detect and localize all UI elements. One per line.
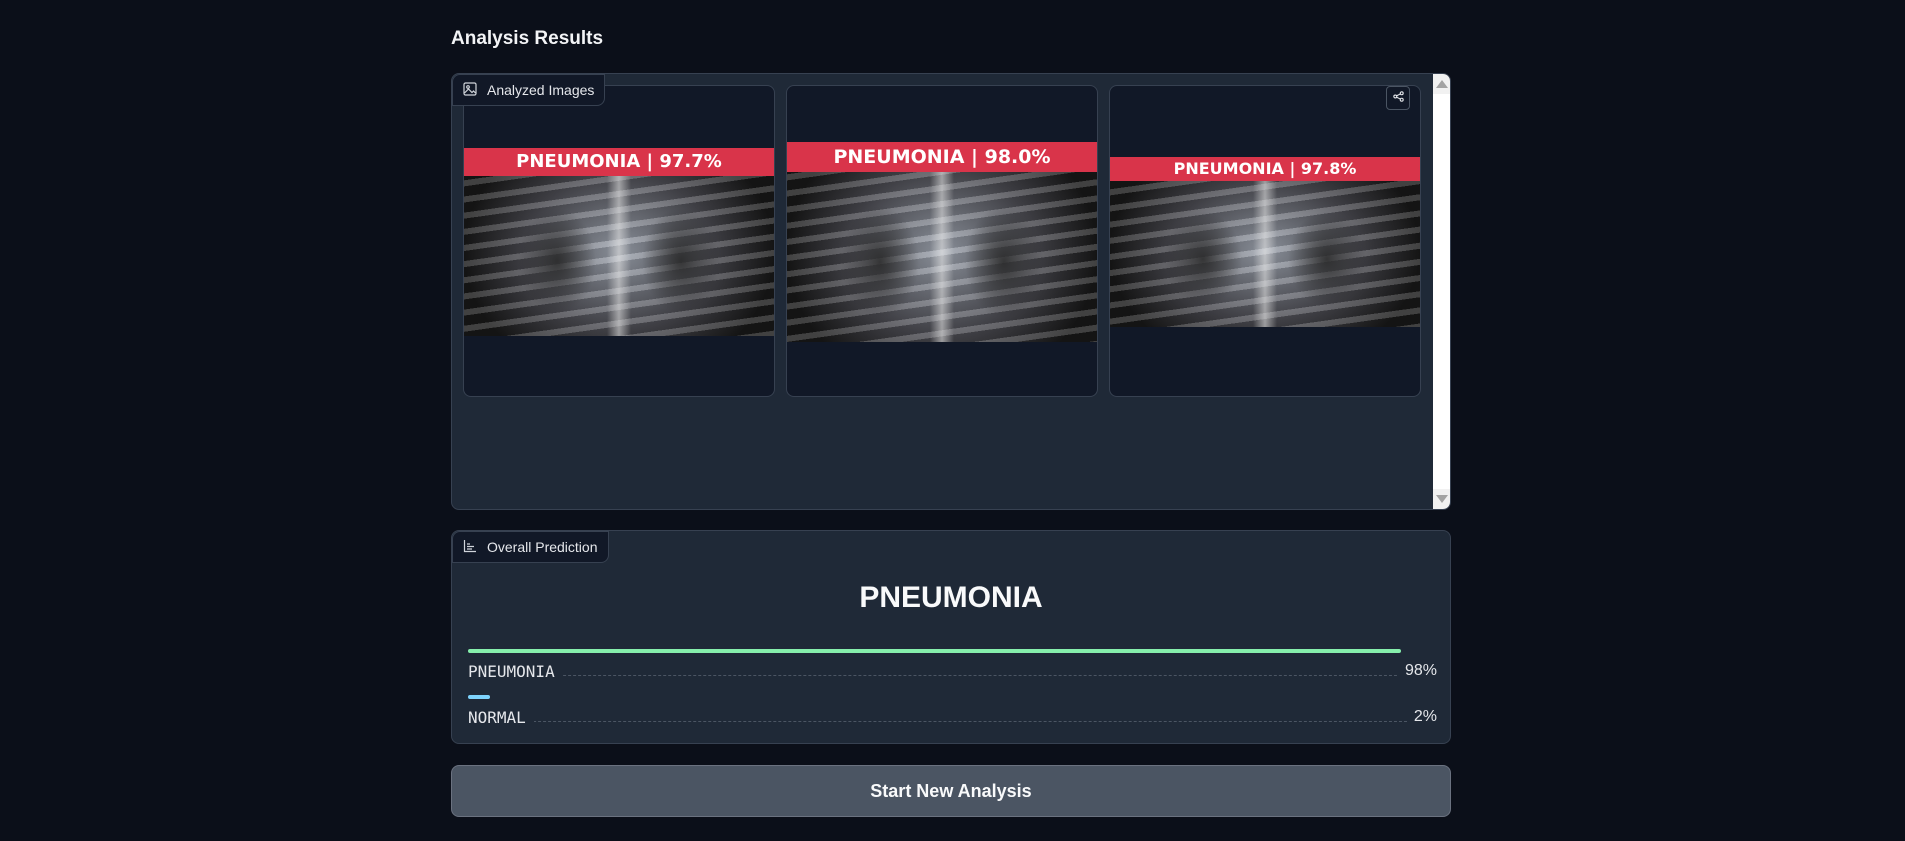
confidence-label: PNEUMONIA xyxy=(468,662,563,681)
confidence-row: NORMAL 2% xyxy=(468,695,1437,735)
xray-image xyxy=(787,142,1097,342)
overall-prediction-panel: Overall Prediction PNEUMONIA PNEUMONIA 9… xyxy=(451,530,1451,744)
analyzed-images-gallery: Analyzed Images PNEUMONIA | 97.7% PNEUMO… xyxy=(451,73,1451,510)
gallery-thumbnail[interactable]: PNEUMONIA | 97.7% xyxy=(463,85,775,397)
prediction-label-text: Overall Prediction xyxy=(487,539,598,555)
image-icon xyxy=(463,81,477,99)
prediction-banner: PNEUMONIA | 97.7% xyxy=(464,148,774,176)
confidence-label: NORMAL xyxy=(468,708,534,727)
predicted-class: PNEUMONIA xyxy=(859,581,1043,614)
xray-image xyxy=(464,148,774,336)
bar-chart-icon xyxy=(463,539,477,556)
gallery-thumbnail[interactable]: PNEUMONIA | 97.8% xyxy=(1109,85,1421,397)
prediction-banner: PNEUMONIA | 98.0% xyxy=(787,142,1097,172)
prediction-banner: PNEUMONIA | 97.8% xyxy=(1110,157,1420,181)
scroll-down-arrow-icon[interactable] xyxy=(1436,495,1448,503)
gallery-thumbnail[interactable]: PNEUMONIA | 98.0% xyxy=(786,85,1098,397)
page-title: Analysis Results xyxy=(451,28,604,49)
gallery-label: Analyzed Images xyxy=(452,74,606,106)
gallery-scrollbar[interactable] xyxy=(1433,74,1450,509)
confidence-value: 2% xyxy=(1407,708,1437,726)
start-new-analysis-button[interactable]: Start New Analysis xyxy=(451,765,1451,817)
share-icon xyxy=(1392,89,1404,107)
gallery-label-text: Analyzed Images xyxy=(487,82,595,98)
confidence-value: 98% xyxy=(1398,662,1437,680)
prediction-label: Overall Prediction xyxy=(452,531,609,563)
xray-image xyxy=(1110,157,1420,327)
confidence-bar xyxy=(468,649,1401,653)
confidence-bar xyxy=(468,695,490,699)
confidence-row: PNEUMONIA 98% xyxy=(468,649,1437,689)
share-button[interactable] xyxy=(1386,86,1410,110)
scroll-up-arrow-icon[interactable] xyxy=(1436,80,1448,88)
